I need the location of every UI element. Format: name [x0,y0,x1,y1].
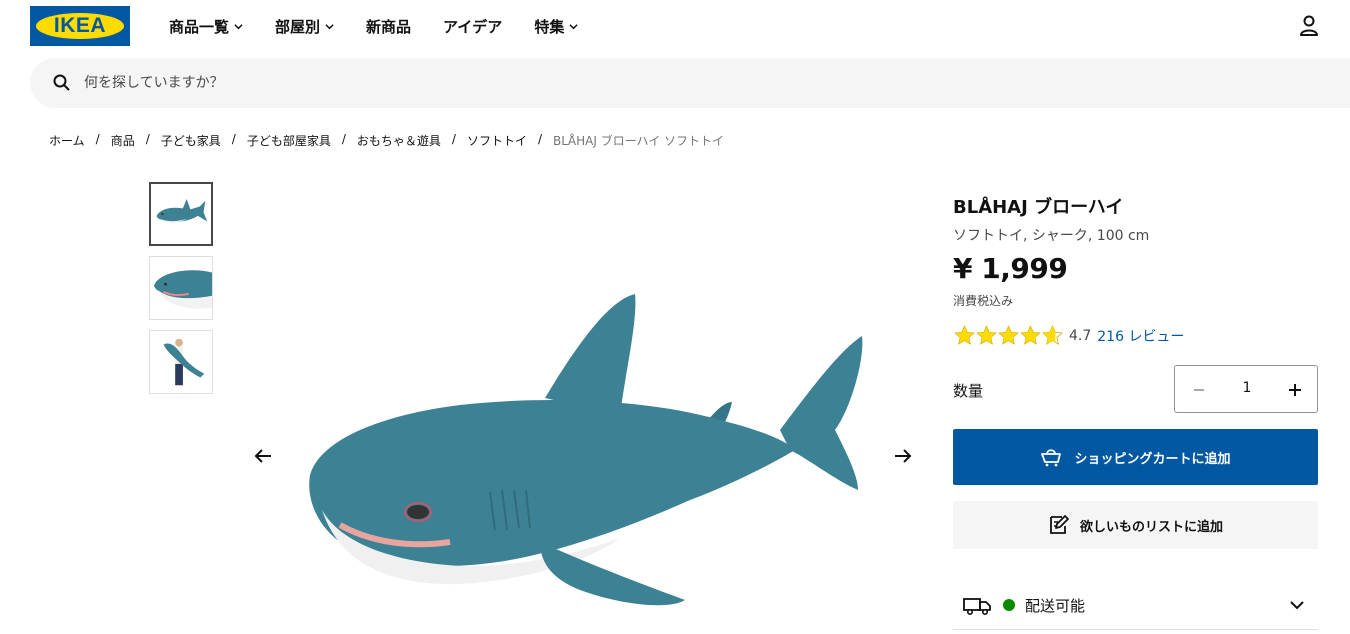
search-icon[interactable] [52,73,72,93]
thumbnail-shark-side[interactable] [149,182,213,246]
nav-label: 新商品 [366,17,412,36]
breadcrumb-item[interactable]: ソフトトイ [467,132,527,149]
availability-status-dot [1003,599,1015,611]
breadcrumb-separator: / [451,132,456,146]
star-partial-icon [1041,324,1064,345]
quantity-value[interactable]: 1 [1223,380,1271,396]
quantity-label: 数量 [953,382,984,400]
breadcrumb-item[interactable]: 商品 [111,132,135,149]
shark-thumbnail-image [156,199,208,223]
site-header: IKEA 商品一覧 部屋別 新商品 アイデア 特集 [0,0,1350,52]
nav-item-features[interactable]: 特集 [534,14,578,38]
breadcrumb-separator: / [95,132,100,146]
add-to-cart-button[interactable]: ショッピングカートに追加 [953,429,1318,485]
rating-value: 4.7 [1069,327,1092,344]
chevron-down-icon [325,23,334,29]
breadcrumb: ホーム / 商品 / 子ども家具 / 子ども部屋家具 / おもちゃ＆遊具 / ソ… [49,132,724,149]
chevron-down-icon [234,23,243,29]
main-nav: 商品一覧 部屋別 新商品 アイデア 特集 [169,14,610,38]
cart-icon [1041,449,1062,467]
truck-icon [963,598,991,616]
logo-text: IKEA [53,14,107,37]
shark-mouth-thumbnail-image [153,270,212,309]
product-price: ¥ 1,999 [953,252,1068,285]
person-shark-thumbnail-image [163,338,205,386]
breadcrumb-current: BLÅHAJ ブローハイ ソフトトイ [553,134,725,148]
minus-icon[interactable] [1189,380,1209,400]
nav-item-rooms[interactable]: 部屋別 [275,14,334,38]
star-full-icon [976,325,997,345]
plus-icon[interactable] [1285,380,1305,400]
thumbnail-person-holding-shark[interactable] [149,330,213,394]
delivery-availability[interactable]: 配送可能 [953,582,1318,630]
product-description: ソフトトイ, シャーク, 100 cm [953,228,1150,244]
nav-item-ideas[interactable]: アイデア [443,14,502,38]
nav-label: 特集 [534,17,565,36]
user-icon[interactable] [1298,14,1320,38]
ikea-logo[interactable]: IKEA [30,6,130,46]
tax-note: 消費税込み [953,294,1014,308]
nav-label: アイデア [443,17,503,36]
add-to-wishlist-label: 欲しいものリストに追加 [1079,519,1223,535]
nav-label: 商品一覧 [169,17,230,36]
breadcrumb-separator: / [145,132,150,146]
chevron-down-icon [569,23,578,29]
add-to-cart-label: ショッピングカートに追加 [1074,451,1231,467]
nav-item-new[interactable]: 新商品 [366,14,411,38]
wishlist-edit-icon [1050,515,1069,534]
search-bar [30,58,1350,108]
nav-item-products[interactable]: 商品一覧 [169,14,243,38]
arrow-left-icon[interactable] [251,444,275,468]
review-count-link[interactable]: 216 レビュー [1097,326,1184,346]
product-name: BLÅHAJ ブローハイ [953,197,1124,218]
breadcrumb-item[interactable]: 子ども家具 [161,132,221,149]
rating-row[interactable]: 4.7 216 レビュー [953,324,1184,347]
chevron-down-icon[interactable] [1288,596,1306,614]
star-full-icon [954,325,975,345]
breadcrumb-separator: / [537,132,542,146]
main-product-image [309,294,863,606]
search-input[interactable] [84,70,684,96]
breadcrumb-separator: / [231,132,236,146]
star-full-icon [1020,325,1041,345]
arrow-right-icon[interactable] [891,444,915,468]
quantity-stepper: 1 [1174,365,1318,413]
nav-label: 部屋別 [275,17,321,36]
add-to-wishlist-button[interactable]: 欲しいものリストに追加 [953,501,1318,549]
delivery-label: 配送可能 [1025,597,1086,615]
star-full-icon [998,325,1019,345]
breadcrumb-item[interactable]: おもちゃ＆遊具 [357,132,441,149]
breadcrumb-item[interactable]: 子ども部屋家具 [247,132,331,149]
breadcrumb-item[interactable]: ホーム [49,132,85,149]
thumbnail-shark-mouth[interactable] [149,256,213,320]
breadcrumb-separator: / [341,132,346,146]
rating-stars [953,324,1064,347]
